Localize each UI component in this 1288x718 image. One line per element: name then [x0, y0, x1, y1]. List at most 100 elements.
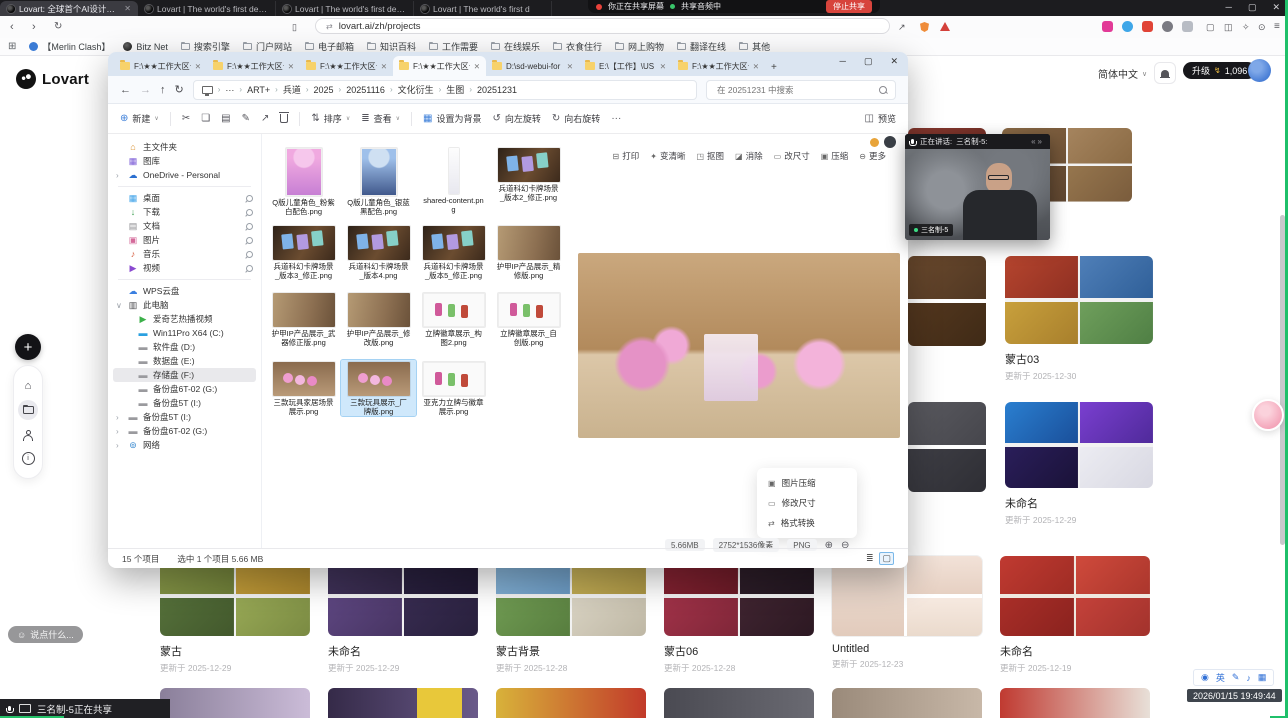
- extension-icon[interactable]: [1142, 21, 1153, 32]
- file-item[interactable]: 护甲IP产品展示_精修版.png: [491, 224, 566, 280]
- file-item[interactable]: 立牌徽章展示_自创版.png: [491, 291, 566, 347]
- floating-assistant-button[interactable]: [1252, 399, 1284, 431]
- back-icon[interactable]: ←: [120, 84, 131, 96]
- sidebar-item-drive-g[interactable]: ▬备份盘6T-02 (G:): [108, 382, 261, 396]
- bookmark-icon[interactable]: ▯: [292, 20, 297, 34]
- preview-toggle-button[interactable]: ◫预览: [865, 112, 896, 125]
- sidebar-item-wps-cloud[interactable]: ☁WPS云盘: [108, 284, 261, 298]
- tab-close-icon[interactable]: ✕: [124, 4, 131, 13]
- new-button[interactable]: ⊕新建∨: [120, 112, 159, 125]
- notifications-button[interactable]: [1154, 62, 1176, 84]
- file-item[interactable]: Q版儿童角色_粉紫白配色.png: [266, 146, 341, 216]
- file-item[interactable]: 亚克力立牌与徽章展示.png: [416, 360, 491, 416]
- breadcrumb-item[interactable]: 20251231: [477, 85, 517, 95]
- home-icon[interactable]: ⌂: [18, 376, 38, 396]
- thumbnail-view-icon[interactable]: ▢: [879, 552, 894, 565]
- browser-tab[interactable]: Lovart | The world's first d: [414, 1, 552, 16]
- file-item[interactable]: 立牌徽章展示_构图2.png: [416, 291, 491, 347]
- search-input[interactable]: [715, 84, 879, 96]
- cut-icon[interactable]: ✂: [182, 113, 190, 124]
- sidebar-item-downloads[interactable]: ↓下载: [108, 205, 261, 219]
- collections-icon[interactable]: ◫: [1224, 20, 1233, 34]
- project-card[interactable]: 未命名 更新于 2025-12-29: [1005, 402, 1153, 526]
- maximize-icon[interactable]: ▢: [864, 56, 873, 67]
- sidebar-item-documents[interactable]: ▤文档: [108, 219, 261, 233]
- file-item[interactable]: 兵道科幻卡牌场景_版本2_修正.png: [491, 146, 566, 216]
- cutout-button[interactable]: ◳抠图: [696, 150, 724, 162]
- project-card[interactable]: 未命名 更新于 2025-12-29: [328, 556, 478, 674]
- apps-grid-icon[interactable]: ⊞: [8, 41, 16, 52]
- explorer-tab[interactable]: F:\★★工作大区★✕: [207, 56, 300, 76]
- project-thumb-clipped[interactable]: [160, 688, 310, 718]
- file-item[interactable]: 三款玩具家居场景展示.png: [266, 360, 341, 416]
- sidebar-item-drive-i[interactable]: ▬备份盘5T (I:): [108, 396, 261, 410]
- file-item[interactable]: 护甲IP产品展示_武器修正版.png: [266, 291, 341, 347]
- ime-mode[interactable]: 英: [1216, 671, 1225, 684]
- tab-close-icon[interactable]: ✕: [567, 62, 573, 71]
- adblock-shield-icon[interactable]: [920, 22, 929, 32]
- sort-button[interactable]: ⇅排序∨: [311, 112, 350, 125]
- sidebar-item-videos[interactable]: ▶视频: [108, 261, 261, 275]
- file-item[interactable]: 兵道科幻卡牌场景_版本4.png: [341, 224, 416, 280]
- share-icon[interactable]: ↗: [898, 20, 906, 34]
- ime-keyboard-icon[interactable]: ▦: [1258, 672, 1267, 683]
- tab-close-icon[interactable]: ✕: [195, 62, 201, 71]
- sidebar-item-drive-f-selected[interactable]: ▬存储盘 (F:): [113, 368, 256, 382]
- collapse-arrows-icon[interactable]: «»: [1031, 137, 1044, 146]
- extension-icon[interactable]: [1122, 21, 1133, 32]
- erase-button[interactable]: ◪消除: [735, 150, 763, 162]
- back-icon[interactable]: ‹: [10, 20, 14, 34]
- tab-close-icon[interactable]: ✕: [381, 62, 387, 71]
- file-item[interactable]: 兵道科幻卡牌场景_版本3_修正.png: [266, 224, 341, 280]
- project-thumb-clipped[interactable]: [496, 688, 646, 718]
- favorites-icon[interactable]: ✧: [1242, 20, 1250, 34]
- breadcrumb-item[interactable]: 兵道: [283, 83, 301, 96]
- sidebar-item-drive-i-root[interactable]: ›▬备份盘5T (I:): [108, 410, 261, 424]
- project-card[interactable]: 未命名 更新于 2025-12-19: [1000, 556, 1150, 674]
- copy-icon[interactable]: ❏: [201, 113, 210, 124]
- explorer-tab[interactable]: F:\★★工作大区★✕: [672, 56, 765, 76]
- browser-tab[interactable]: Lovart | The world's first design a: [276, 1, 414, 16]
- project-thumb-clipped[interactable]: [832, 688, 982, 718]
- rotate-right-button[interactable]: ↻向右旋转: [552, 112, 600, 125]
- tab-close-icon[interactable]: ✕: [753, 62, 759, 71]
- share-icon[interactable]: ↗: [261, 113, 269, 124]
- file-item[interactable]: Q版儿童角色_银蓝黑配色.png: [341, 146, 416, 216]
- upgrade-button[interactable]: 升级 ↯ 1,096: [1183, 62, 1256, 79]
- project-thumb-partial[interactable]: [908, 402, 986, 492]
- sidebar-item-network[interactable]: ›⊚网络: [108, 438, 261, 452]
- file-item[interactable]: shared-content.png: [416, 146, 491, 216]
- forward-icon[interactable]: ›: [32, 20, 36, 34]
- reload-icon[interactable]: ↻: [54, 20, 62, 34]
- project-card[interactable]: 蒙古06 更新于 2025-12-28: [664, 556, 814, 674]
- sidebar-item-music[interactable]: ♪音乐: [108, 247, 261, 261]
- set-background-button[interactable]: ▦设置为背景: [423, 112, 481, 125]
- more-button[interactable]: ⊖更多: [859, 150, 886, 162]
- browser-tab[interactable]: Lovart | The world's first design a: [138, 1, 276, 16]
- explorer-search[interactable]: [706, 80, 896, 100]
- browser-tab[interactable]: Lovart: 全球首个AI设计智能体 ✕: [0, 1, 138, 16]
- up-icon[interactable]: ↑: [160, 84, 166, 96]
- sidebar-item-drive-e[interactable]: ▬数据盘 (E:): [108, 354, 261, 368]
- info-icon[interactable]: i: [18, 448, 38, 468]
- delete-icon[interactable]: [280, 114, 288, 123]
- video-call-overlay[interactable]: 正在讲话: 三名制-5: «» 三名制-5: [905, 134, 1050, 240]
- tab-close-icon[interactable]: ✕: [474, 62, 480, 71]
- address-bar[interactable]: ⇄ lovart.ai/zh/projects: [315, 18, 890, 34]
- file-item[interactable]: 护甲IP产品展示_修改版.png: [341, 291, 416, 347]
- ime-toolbar[interactable]: ◉ 英 ✎ ♪ ▦: [1193, 669, 1274, 686]
- ime-mic-icon[interactable]: ♪: [1246, 673, 1251, 683]
- rotate-left-button[interactable]: ↺向左旋转: [493, 112, 541, 125]
- project-thumb-partial[interactable]: [908, 256, 986, 346]
- close-icon[interactable]: ✕: [1272, 2, 1280, 13]
- project-card[interactable]: 蒙古03 更新于 2025-12-30: [1005, 256, 1153, 382]
- menu-item-compress[interactable]: ▣图片压缩: [757, 473, 857, 493]
- say-something-chip[interactable]: ☺ 说点什么...: [8, 626, 83, 643]
- sidebar-item-home[interactable]: ⌂主文件夹: [108, 140, 261, 154]
- project-card[interactable]: Untitled 更新于 2025-12-23: [832, 556, 982, 670]
- minimize-icon[interactable]: ─: [840, 56, 846, 67]
- projects-folder-icon[interactable]: [18, 400, 38, 420]
- sidebar-item-drive-c[interactable]: ▬Win11Pro X64 (C:): [108, 326, 261, 340]
- explorer-tab[interactable]: F:\★★工作大区★✕: [300, 56, 393, 76]
- user-avatar[interactable]: [1248, 59, 1271, 82]
